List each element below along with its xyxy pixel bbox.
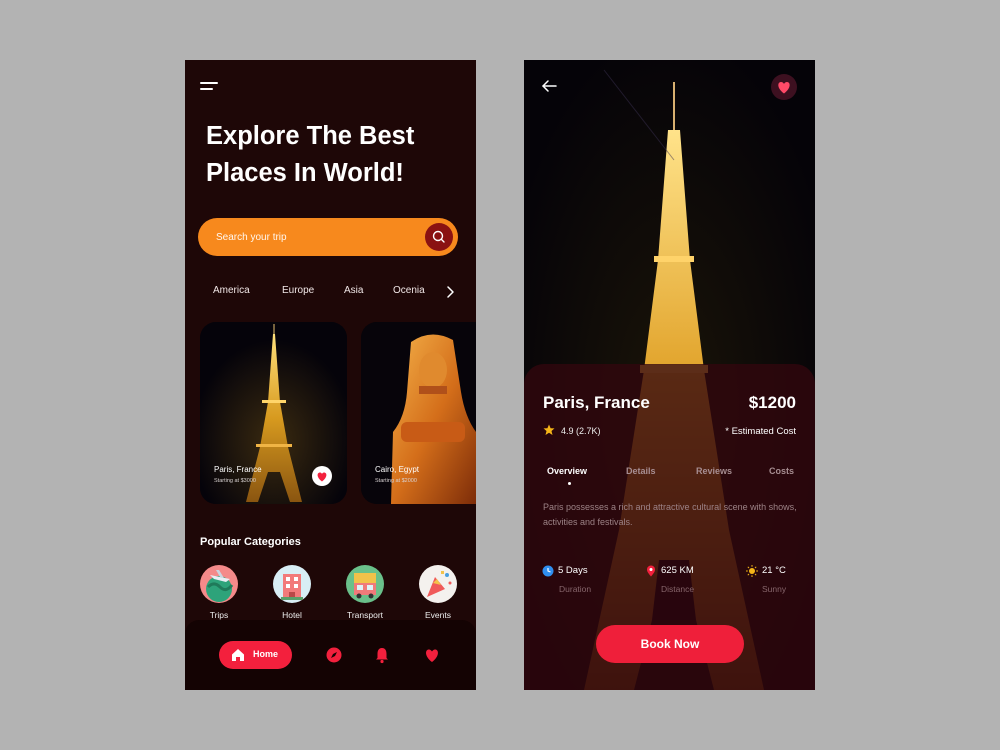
stat-value: 21 °C [762, 565, 786, 576]
search-bar [198, 218, 458, 256]
explore-screen: Explore The Best Places In World! Americ… [185, 60, 476, 690]
plane-globe-icon [200, 565, 238, 603]
category-trips[interactable]: Trips [191, 565, 247, 620]
category-label: Events [425, 610, 451, 620]
estimated-cost-note: * Estimated Cost [725, 426, 796, 437]
book-now-button[interactable]: Book Now [596, 625, 744, 663]
star-icon [543, 424, 555, 435]
category-hotel[interactable]: Hotel [264, 565, 320, 620]
compass-icon[interactable] [325, 646, 343, 664]
tab-reviews[interactable]: Reviews [696, 466, 732, 476]
destination-name: Cairo, Egypt [375, 465, 420, 474]
destination-price: Starting at $2000 [375, 478, 417, 484]
sun-icon [746, 565, 758, 577]
page-title: Explore The Best Places In World! [206, 122, 415, 187]
search-input[interactable] [216, 218, 416, 256]
location-pin-icon [647, 565, 655, 577]
search-button[interactable] [425, 223, 453, 251]
price: $1200 [748, 393, 796, 412]
tab-details[interactable]: Details [626, 466, 656, 476]
detail-screen: Paris, France $1200 4.9 (2.7K) * Estimat… [524, 60, 815, 690]
active-tab-indicator [568, 482, 571, 485]
nav-home-button[interactable]: Home [219, 641, 292, 669]
region-tab-europe[interactable]: Europe [282, 285, 314, 296]
tab-overview[interactable]: Overview [547, 466, 587, 476]
favorite-button[interactable] [771, 74, 797, 100]
hotel-building-icon [273, 565, 311, 603]
category-label: Hotel [282, 610, 302, 620]
tab-costs[interactable]: Costs [769, 466, 794, 476]
stat-label: Duration [559, 584, 592, 594]
destination-name: Paris, France [214, 465, 262, 474]
party-event-icon [419, 565, 457, 603]
search-icon [432, 230, 445, 243]
stat-label: Distance [661, 584, 695, 594]
region-tab-asia[interactable]: Asia [344, 285, 363, 296]
category-label: Transport [346, 610, 384, 620]
section-title: Popular Categories [200, 536, 301, 548]
bus-icon [346, 565, 384, 603]
hamburger-menu-icon[interactable] [200, 82, 220, 96]
pharaoh-statue-image [361, 322, 476, 504]
stat-label: Sunny [762, 584, 787, 594]
region-tab-ocenia[interactable]: Ocenia [393, 285, 425, 296]
category-events[interactable]: Events [410, 565, 466, 620]
favorite-button[interactable] [312, 466, 332, 486]
heart-icon [317, 472, 327, 482]
heart-icon [778, 82, 790, 94]
clock-icon [542, 565, 554, 577]
chevron-right-icon[interactable] [443, 285, 457, 299]
region-tabs: America Europe Asia Ocenia [185, 282, 476, 302]
stat-value: 625 KM [661, 565, 694, 576]
rating-text: 4.9 (2.7K) [561, 426, 601, 436]
back-arrow-icon[interactable] [541, 78, 558, 94]
category-label: Trips [209, 610, 229, 620]
region-tab-america[interactable]: America [213, 285, 250, 296]
home-icon [232, 649, 244, 661]
heart-icon[interactable] [423, 646, 441, 664]
bottom-navigation: Home [185, 620, 476, 690]
destination-card-cairo[interactable]: Cairo, Egypt Starting at $2000 [361, 322, 476, 504]
category-transport[interactable]: Transport [337, 565, 393, 620]
book-now-label: Book Now [640, 637, 700, 651]
place-description: Paris possesses a rich and attractive cu… [543, 502, 797, 527]
place-title: Paris, France [543, 393, 650, 412]
nav-home-label: Home [253, 649, 279, 659]
bell-icon[interactable] [373, 646, 391, 664]
stat-value: 5 Days [558, 565, 588, 576]
destination-price: Starting at $3000 [214, 478, 256, 484]
